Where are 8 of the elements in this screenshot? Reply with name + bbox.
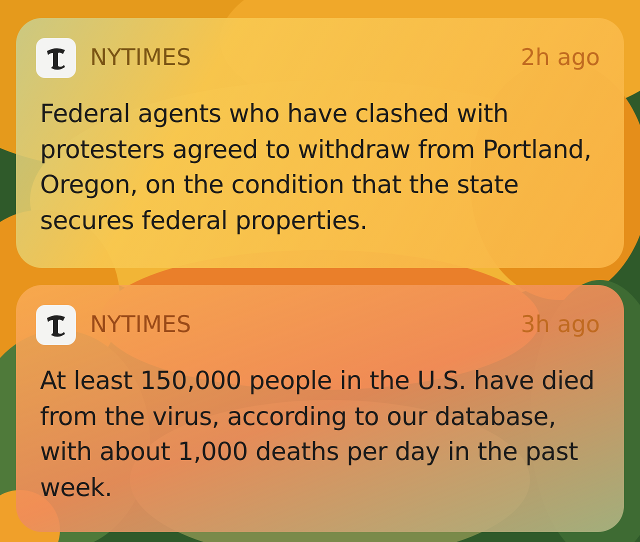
app-icon (36, 38, 76, 78)
timestamp: 2h ago (520, 45, 600, 71)
app-name: NYTIMES (90, 312, 192, 338)
notification-text: Federal agents who have clashed with protesters agreed to withdraw from Portland, Oregon, on the condition that the state secures federal properties. (40, 98, 592, 236)
app-name: NYTIMES (90, 45, 192, 71)
notification-text: At least 150,000 people in the U.S. have died from the virus, according to our database, with about 1,000 deaths per day in the past week. (40, 365, 596, 504)
app-icon (36, 305, 76, 345)
notification-card[interactable]: NYTIMES 2h ago Federal agents who have clashed with protesters agreed to withdraw from Portland, Oregon, on the condition that the state secures federal properties. (16, 18, 624, 268)
